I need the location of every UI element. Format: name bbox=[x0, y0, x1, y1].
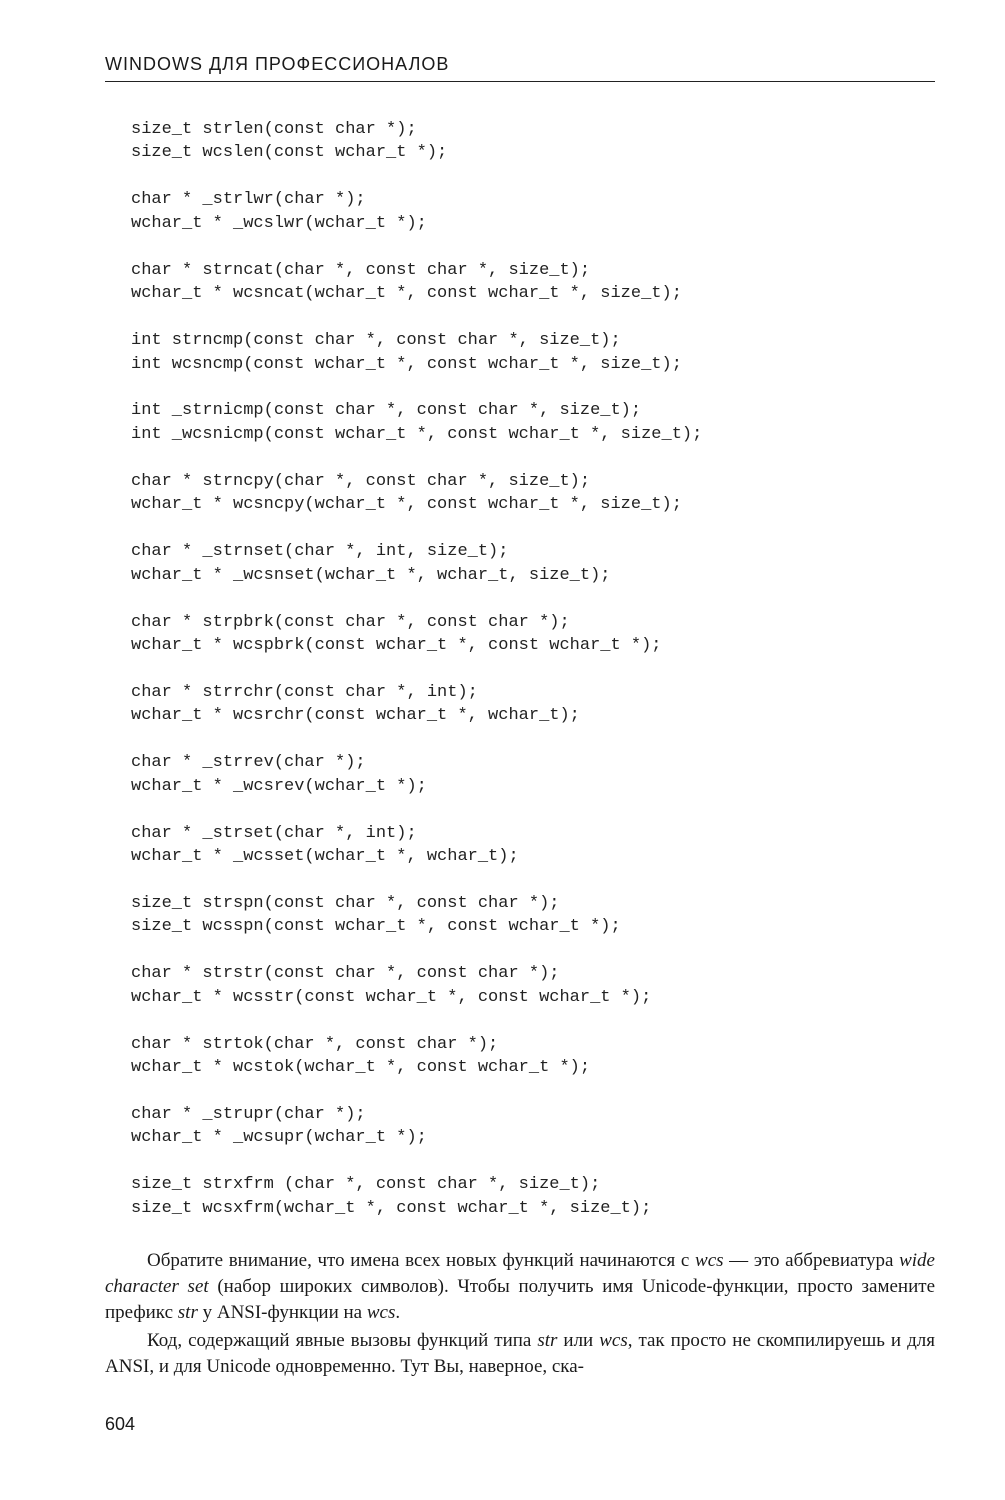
text-span: Код, содержащий явные вызовы функций тип… bbox=[147, 1330, 537, 1351]
text-span: или bbox=[557, 1330, 599, 1351]
body-paragraph-1: Обратите внимание, что имена всех новых … bbox=[105, 1248, 935, 1325]
text-span: . bbox=[395, 1302, 400, 1323]
text-span: Обратите внимание, что имена всех новых … bbox=[147, 1250, 695, 1271]
text-span: — это аббревиатура bbox=[724, 1250, 900, 1271]
code-listing: size_t strlen(const char *); size_t wcsl… bbox=[131, 118, 935, 1220]
term-wcs: wcs bbox=[599, 1330, 628, 1351]
running-header: WINDOWS ДЛЯ ПРОФЕССИОНАЛОВ bbox=[105, 54, 935, 82]
term-wcs: wcs bbox=[695, 1250, 724, 1271]
page-number: 604 bbox=[105, 1414, 935, 1435]
body-paragraph-2: Код, содержащий явные вызовы функций тип… bbox=[105, 1328, 935, 1379]
term-wcs: wcs bbox=[367, 1302, 396, 1323]
text-span: у ANSI-функции на bbox=[198, 1302, 367, 1323]
term-str: str bbox=[178, 1302, 198, 1323]
term-str: str bbox=[537, 1330, 557, 1351]
